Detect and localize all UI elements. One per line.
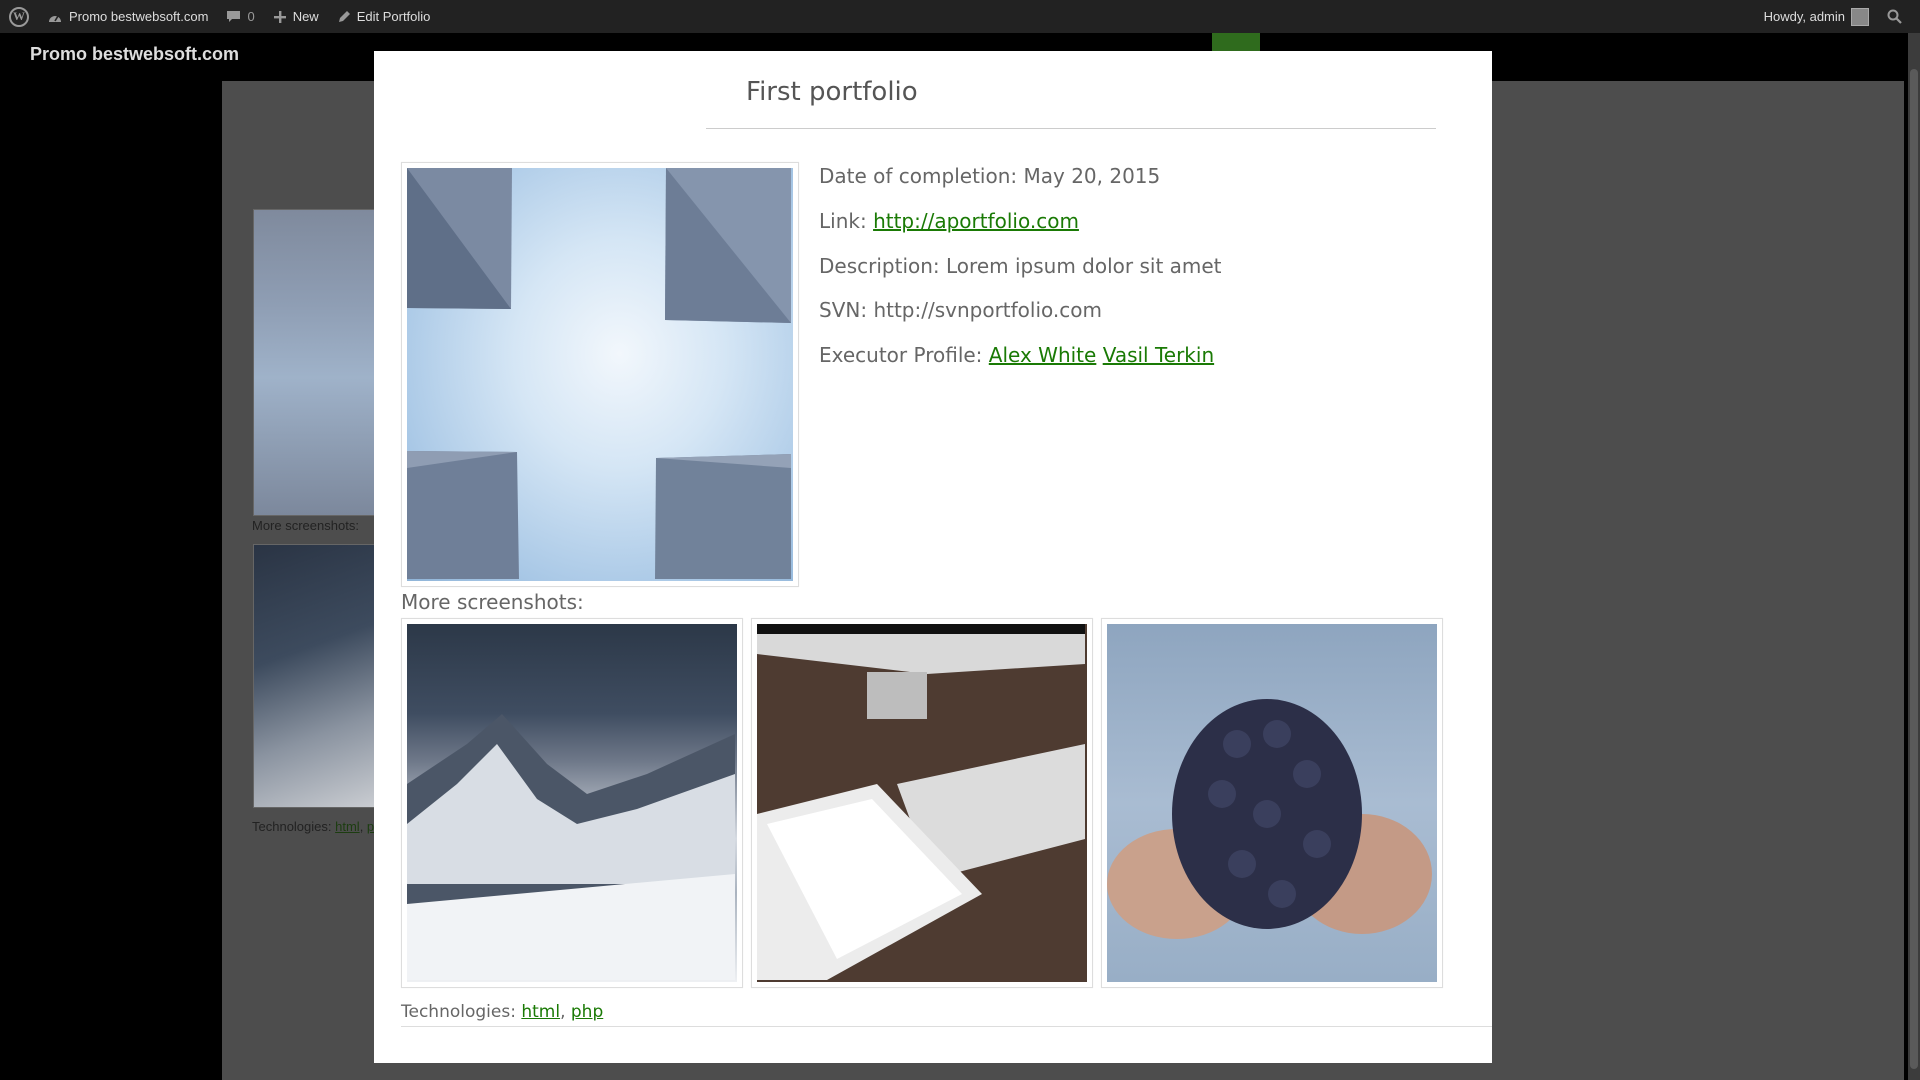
- executor-link[interactable]: Alex White: [989, 343, 1097, 367]
- site-name-menu[interactable]: Promo bestwebsoft.com: [38, 0, 217, 33]
- more-screenshots-label: More screenshots:: [401, 590, 584, 614]
- executor-link[interactable]: Vasil Terkin: [1103, 343, 1214, 367]
- page-scrollbar[interactable]: [1908, 33, 1920, 1080]
- scrollbar-thumb[interactable]: [1910, 69, 1918, 1069]
- underlay-featured-image: [253, 209, 375, 516]
- my-account-menu[interactable]: Howdy, admin: [1755, 0, 1878, 33]
- link-label: Link:: [819, 209, 867, 233]
- edit-portfolio-label: Edit Portfolio: [356, 9, 431, 24]
- comments-menu[interactable]: 0: [217, 0, 263, 33]
- executor-label: Executor Profile:: [819, 343, 983, 367]
- svn-label: SVN:: [819, 298, 868, 322]
- date-of-completion: Date of completion: May 20, 2015: [819, 164, 1160, 188]
- comment-bubble-icon: [227, 10, 241, 22]
- screenshot-thumbnail[interactable]: [751, 618, 1093, 988]
- screenshot-desk: [757, 624, 1087, 982]
- new-label: New: [292, 9, 319, 24]
- technologies-separator: ,: [560, 1002, 566, 1022]
- new-content-menu[interactable]: New: [264, 0, 328, 33]
- screenshot-mountains: [407, 624, 737, 982]
- underlay-technologies: Technologies: html, p: [252, 819, 375, 834]
- technologies-row: Technologies: html, php: [401, 1002, 603, 1022]
- underlay-tech-label: Technologies:: [252, 819, 332, 834]
- executor-row: Executor Profile: Alex White Vasil Terki…: [819, 343, 1214, 367]
- screenshot-thumbnail[interactable]: [401, 618, 743, 988]
- title-divider: [706, 128, 1436, 129]
- technology-link-php[interactable]: php: [571, 1002, 603, 1022]
- underlay-tech-html[interactable]: html: [335, 819, 360, 834]
- portfolio-modal: First portfolio Date of completion: May …: [374, 51, 1492, 1063]
- description-row: Description: Lorem ipsum dolor sit amet: [819, 254, 1222, 278]
- featured-image-photo: [407, 168, 793, 581]
- technologies-label: Technologies:: [401, 1002, 516, 1022]
- featured-image[interactable]: [401, 162, 799, 587]
- svn-row: SVN: http://svnportfolio.com: [819, 298, 1102, 322]
- edit-portfolio-menu[interactable]: Edit Portfolio: [328, 0, 440, 33]
- screenshot-thumbnail[interactable]: [1101, 618, 1443, 988]
- description-value: Lorem ipsum dolor sit amet: [946, 254, 1222, 278]
- howdy-label: Howdy, admin: [1763, 9, 1845, 24]
- technology-link-html[interactable]: html: [521, 1002, 560, 1022]
- portfolio-link[interactable]: http://aportfolio.com: [873, 209, 1079, 233]
- description-label: Description:: [819, 254, 940, 278]
- bottom-divider: [401, 1026, 1492, 1027]
- date-label: Date of completion:: [819, 164, 1018, 188]
- comments-count: 0: [247, 9, 255, 24]
- link-row: Link: http://aportfolio.com: [819, 209, 1079, 233]
- admin-bar: W Promo bestwebsoft.com 0 New Edit Portf…: [0, 0, 1920, 33]
- site-title[interactable]: Promo bestwebsoft.com: [30, 44, 239, 65]
- screenshot-grapes: [1107, 624, 1437, 982]
- wordpress-logo-icon: W: [9, 6, 29, 27]
- plus-icon: [273, 10, 286, 23]
- svn-value: http://svnportfolio.com: [873, 298, 1102, 322]
- modal-title: First portfolio: [746, 77, 918, 107]
- search-icon: [1887, 9, 1902, 24]
- pencil-icon: [338, 10, 350, 22]
- avatar: [1851, 7, 1869, 26]
- date-value: May 20, 2015: [1023, 164, 1161, 188]
- wp-logo-menu[interactable]: W: [0, 0, 38, 33]
- underlay-more-screenshots: More screenshots:: [252, 518, 359, 533]
- dashboard-icon: [49, 15, 61, 22]
- site-name-label: Promo bestwebsoft.com: [69, 9, 209, 24]
- underlay-screenshot: [253, 544, 375, 808]
- search-toggle[interactable]: [1878, 0, 1920, 33]
